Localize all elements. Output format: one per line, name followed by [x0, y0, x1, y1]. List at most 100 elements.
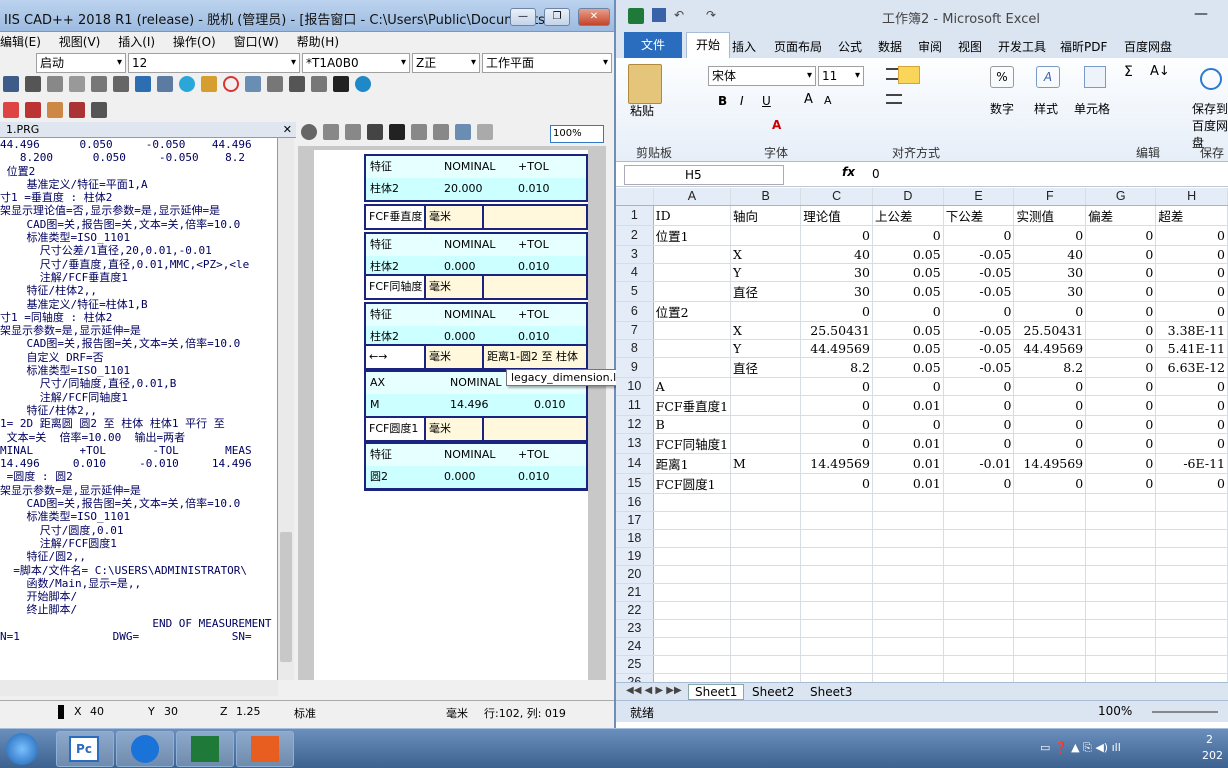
cell[interactable]: 0 — [943, 301, 1015, 322]
cell[interactable]: ID — [653, 205, 732, 226]
fcf-distance[interactable]: ←→ 毫米 距离1-圆2 至 柱体 — [364, 344, 588, 370]
cell[interactable] — [1085, 601, 1157, 620]
cell[interactable]: Y — [730, 339, 802, 358]
cell[interactable] — [730, 655, 802, 674]
tab-page-layout[interactable]: 页面布局 — [774, 38, 822, 55]
tab-formulas[interactable]: 公式 — [838, 38, 862, 55]
list-icon[interactable] — [25, 102, 41, 118]
cell[interactable]: 6.63E-12 — [1155, 357, 1228, 378]
cell[interactable] — [730, 395, 802, 416]
cell[interactable]: 0 — [1155, 301, 1228, 322]
cell[interactable] — [800, 565, 873, 584]
cell[interactable]: 0 — [800, 395, 873, 416]
cell[interactable] — [872, 511, 944, 530]
size-combo[interactable]: 12 — [128, 53, 300, 73]
cell[interactable] — [1155, 547, 1228, 566]
lock-icon[interactable] — [477, 124, 493, 140]
tab-foxit-pdf[interactable]: 福昕PDF — [1060, 38, 1107, 55]
code-editor[interactable]: 44.496 0.050 -0.050 44.496 8.200 0.050 -… — [0, 138, 278, 680]
row-header[interactable]: 26 — [616, 673, 654, 682]
cell[interactable] — [943, 511, 1015, 530]
plane-icon[interactable] — [201, 76, 217, 92]
cell[interactable] — [1085, 583, 1157, 602]
cell[interactable] — [730, 225, 802, 246]
cell[interactable]: 0 — [1085, 415, 1157, 434]
cell[interactable] — [1013, 655, 1087, 674]
cell[interactable]: 40 — [1013, 245, 1087, 264]
cell[interactable]: 0 — [1013, 473, 1087, 494]
column-header[interactable]: B — [730, 188, 802, 206]
cell[interactable] — [1155, 619, 1228, 638]
cell[interactable]: 0 — [872, 225, 944, 246]
grow-font-icon[interactable]: A — [804, 92, 813, 107]
cell[interactable]: 0 — [1085, 377, 1157, 396]
paste-icon[interactable] — [628, 64, 662, 104]
cell[interactable] — [653, 339, 732, 358]
cell[interactable]: 0 — [1155, 263, 1228, 282]
cell[interactable]: 0.05 — [872, 339, 944, 358]
cell[interactable]: 0.05 — [872, 321, 944, 340]
cell[interactable] — [1085, 655, 1157, 674]
cell[interactable]: 0 — [1155, 433, 1228, 454]
menu-edit[interactable]: 编辑(E) — [0, 35, 41, 49]
cell[interactable]: 超差 — [1155, 205, 1228, 226]
probe-icon[interactable] — [91, 76, 107, 92]
workplane-combo[interactable]: 工作平面 — [482, 53, 612, 73]
cell[interactable] — [943, 493, 1015, 512]
column-header[interactable]: F — [1013, 188, 1087, 206]
cell[interactable]: -0.05 — [943, 321, 1015, 340]
cell[interactable]: 0 — [943, 395, 1015, 416]
cell[interactable]: 0 — [872, 415, 944, 434]
cell[interactable] — [1013, 493, 1087, 512]
cell[interactable]: 下公差 — [943, 205, 1015, 226]
cell[interactable]: 0 — [1085, 433, 1157, 454]
cell[interactable] — [872, 673, 944, 682]
tab-review[interactable]: 审阅 — [918, 38, 942, 55]
cell[interactable] — [872, 565, 944, 584]
cell[interactable] — [943, 637, 1015, 656]
cell[interactable] — [653, 263, 732, 282]
cell[interactable]: 0 — [943, 377, 1015, 396]
cell[interactable] — [800, 493, 873, 512]
row-header[interactable]: 25 — [616, 655, 654, 674]
graphic-report-icon[interactable] — [455, 124, 471, 140]
check-icon[interactable] — [389, 124, 405, 140]
close-icon[interactable]: ✕ — [283, 122, 292, 138]
cell[interactable]: 0 — [1155, 395, 1228, 416]
cell[interactable]: 0.01 — [872, 395, 944, 416]
move-icon[interactable] — [135, 76, 151, 92]
cell[interactable] — [1013, 511, 1087, 530]
cell[interactable] — [730, 415, 802, 434]
cell[interactable]: 8.2 — [800, 357, 873, 378]
cell[interactable] — [943, 583, 1015, 602]
cell[interactable]: 0 — [1013, 225, 1087, 246]
cell[interactable]: 0 — [1155, 245, 1228, 264]
cell[interactable]: 0 — [800, 473, 873, 494]
font-combo[interactable]: 宋体 — [708, 66, 816, 86]
row-header[interactable]: 13 — [616, 433, 654, 454]
cell[interactable]: 0 — [1155, 225, 1228, 246]
redo-icon[interactable]: ↷ — [706, 8, 716, 22]
row-header[interactable]: 10 — [616, 377, 654, 396]
zoom-box[interactable]: 100% — [550, 125, 604, 143]
close-button[interactable]: ✕ — [578, 8, 610, 26]
sheet-tab-2[interactable]: Sheet2 — [752, 685, 794, 699]
circle-icon[interactable] — [223, 76, 239, 92]
cell[interactable]: 0 — [800, 433, 873, 454]
cell[interactable]: 0 — [1155, 415, 1228, 434]
report-icon[interactable] — [3, 102, 19, 118]
cell[interactable] — [800, 601, 873, 620]
cell[interactable] — [1013, 583, 1087, 602]
cell[interactable] — [1013, 565, 1087, 584]
cell[interactable]: 0 — [943, 415, 1015, 434]
cell[interactable]: -0.05 — [943, 357, 1015, 378]
mode-combo[interactable]: 启动 — [36, 53, 126, 73]
cell[interactable] — [1155, 565, 1228, 584]
row-header[interactable]: 9 — [616, 357, 654, 378]
cell[interactable]: 实测值 — [1013, 205, 1087, 226]
cell[interactable] — [800, 583, 873, 602]
tab-home[interactable]: 开始 — [686, 32, 730, 58]
cell[interactable] — [653, 281, 732, 302]
cell[interactable]: 0 — [1013, 301, 1087, 322]
cell[interactable]: 上公差 — [872, 205, 944, 226]
